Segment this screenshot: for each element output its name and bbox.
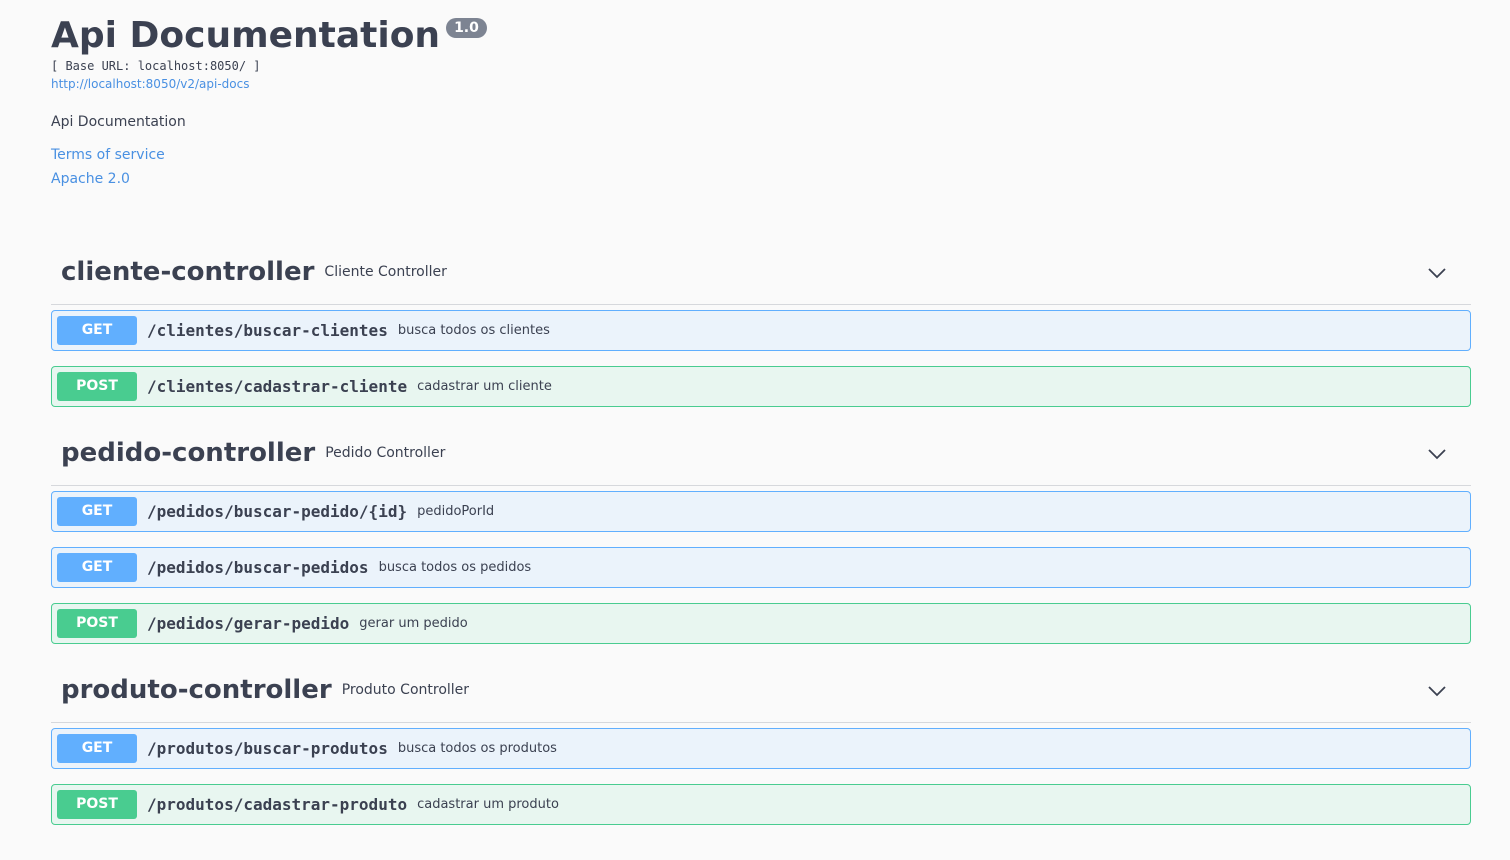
operation-summary: busca todos os clientes	[397, 323, 550, 338]
api-description: Api Documentation	[51, 114, 186, 130]
tag-description: Pedido Controller	[325, 444, 446, 461]
operation-get[interactable]: GET/pedidos/buscar-pedido/{id} pedidoPorI…	[51, 491, 1471, 532]
chevron-down-icon[interactable]	[1427, 263, 1447, 283]
terms-of-service-link[interactable]: Terms of service	[51, 146, 1471, 164]
tag-section-produto-controller: produto-controller Produto Controller GET /…	[51, 657, 1471, 825]
method-badge: GET	[57, 316, 137, 345]
tag-header[interactable]: produto-controller Produto Controller	[51, 657, 1471, 723]
method-badge: GET	[57, 553, 137, 582]
swagger-ui: Api Documentation 1.0 [ Base URL: localh…	[0, 0, 1510, 825]
operation-summary: cadastrar um cliente	[417, 379, 552, 394]
tag-section-pedido-controller: pedido-controller Pedido Controller GET/pe…	[51, 420, 1471, 644]
operation-post[interactable]: POST/pedidos/gerar-pedido gerar um pedido	[51, 603, 1471, 644]
operation-path: /pedidos/gerar-pedido	[147, 614, 350, 633]
operation-summary: cadastrar um produto	[417, 797, 559, 812]
tag-name: pedido-controller	[61, 437, 316, 468]
api-info: Api Documentation 1.0 [ Base URL: localh…	[51, 0, 1471, 188]
method-badge: POST	[57, 609, 137, 638]
tag-section-cliente-controller: cliente-controller Cliente Controller GET /…	[51, 239, 1471, 407]
operation-get[interactable]: GET/produtos/buscar-produtos busca todos …	[51, 728, 1471, 769]
tag-description: Produto Controller	[341, 681, 470, 698]
version-badge: 1.0	[446, 18, 487, 38]
operation-path: /produtos/cadastrar-produto	[147, 795, 408, 814]
operation-summary: gerar um pedido	[359, 616, 468, 631]
method-badge: POST	[57, 790, 137, 819]
operation-post[interactable]: POST/clientes/cadastrar-cliente cadastrar…	[51, 366, 1471, 407]
operation-path: /clientes/cadastrar-cliente	[147, 377, 408, 396]
tag-header[interactable]: pedido-controller Pedido Controller	[51, 420, 1471, 486]
tag-header[interactable]: cliente-controller Cliente Controller	[51, 239, 1471, 305]
operation-path: /pedidos/buscar-pedidos	[147, 558, 369, 577]
title-row: Api Documentation 1.0	[51, 16, 1471, 56]
operation-get[interactable]: GET/clientes/buscar-clientes busca todos …	[51, 310, 1471, 351]
operation-summary: busca todos os produtos	[397, 741, 557, 756]
operation-summary: busca todos os pedidos	[378, 560, 532, 575]
api-docs-link[interactable]: http://localhost:8050/v2/api-docs	[51, 77, 1471, 91]
tag-description: Cliente Controller	[324, 263, 447, 280]
tag-list: cliente-controller Cliente Controller GET /…	[51, 239, 1471, 825]
tag-name: cliente-controller	[61, 256, 315, 287]
operation-summary: pedidoPorId	[417, 504, 495, 519]
base-url: [ Base URL: localhost:8050/ ]	[51, 59, 261, 73]
method-badge: GET	[57, 734, 137, 763]
operation-path: /clientes/buscar-clientes	[147, 321, 388, 340]
operation-path: /produtos/buscar-produtos	[147, 739, 388, 758]
operation-path: /pedidos/buscar-pedido/{id}	[147, 502, 408, 521]
operation-get[interactable]: GET/pedidos/buscar-pedidos busca todos os…	[51, 547, 1471, 588]
chevron-down-icon[interactable]	[1427, 444, 1447, 464]
method-badge: POST	[57, 372, 137, 401]
page-title: Api Documentation	[51, 15, 441, 56]
method-badge: GET	[57, 497, 137, 526]
operation-post[interactable]: POST/produtos/cadastrar-produto cadastrar…	[51, 784, 1471, 825]
chevron-down-icon[interactable]	[1427, 681, 1447, 701]
tag-name: produto-controller	[61, 674, 332, 705]
license-link[interactable]: Apache 2.0	[51, 170, 1471, 188]
